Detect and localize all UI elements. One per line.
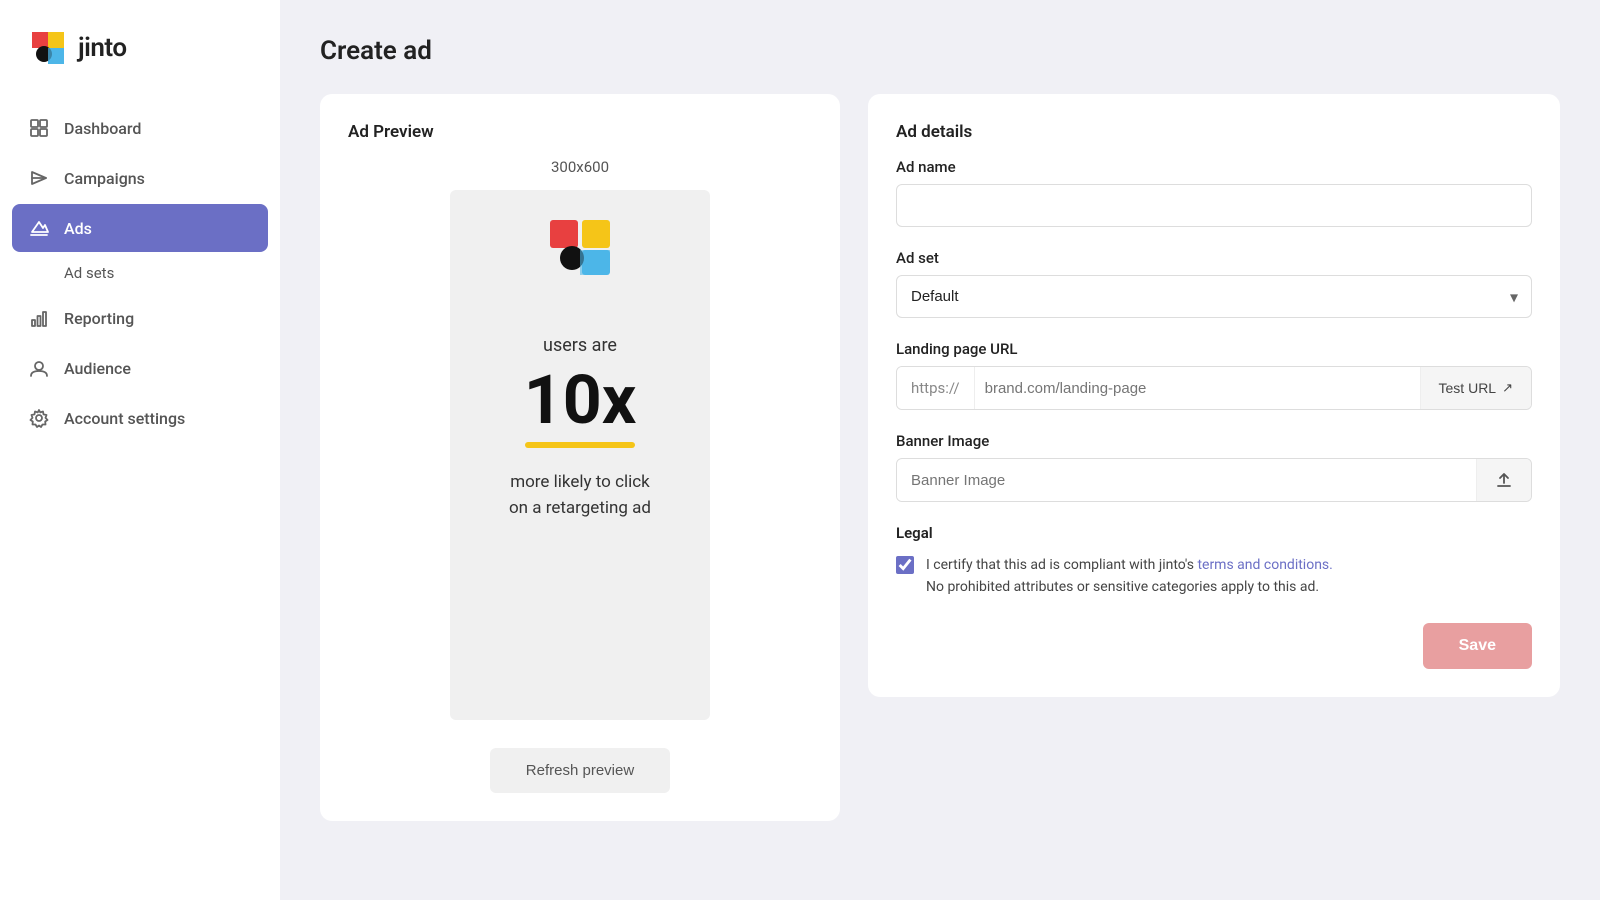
landing-page-url-group: Landing page URL https:// Test URL ↗ (896, 340, 1532, 410)
legal-title: Legal (896, 524, 1532, 542)
settings-icon (28, 407, 50, 429)
preview-size-label: 300x600 (348, 158, 812, 176)
audience-icon (28, 357, 50, 379)
ad-set-label: Ad set (896, 249, 1532, 267)
preview-number: 10x (524, 366, 637, 434)
dashboard-icon (28, 117, 50, 139)
landing-page-url-label: Landing page URL (896, 340, 1532, 358)
ad-set-group: Ad set Default Set 1 Set 2 ▾ (896, 249, 1532, 318)
app-name: jinto (78, 33, 127, 63)
ad-preview-frame: users are 10x more likely to clickon a r… (450, 190, 710, 720)
ad-preview-title: Ad Preview (348, 122, 812, 142)
ad-name-label: Ad name (896, 158, 1532, 176)
preview-logo-icon (550, 220, 610, 275)
url-input[interactable] (975, 367, 1420, 409)
sidebar-item-campaigns[interactable]: Campaigns (12, 154, 268, 202)
sidebar-item-label: Audience (64, 359, 131, 378)
sidebar-item-label: Campaigns (64, 169, 145, 188)
preview-underline (525, 442, 635, 448)
url-input-group: https:// Test URL ↗ (896, 366, 1532, 410)
sidebar-sub-item-label: Ad sets (64, 264, 114, 282)
ad-details-title: Ad details (896, 122, 1532, 142)
page-title: Create ad (320, 36, 1560, 66)
sidebar-item-account-settings[interactable]: Account settings (12, 394, 268, 442)
legal-checkbox-row: I certify that this ad is compliant with… (896, 554, 1532, 599)
campaigns-icon (28, 167, 50, 189)
main-content: Create ad Ad Preview 300x600 users are 1… (280, 0, 1600, 900)
preview-text-top: users are (543, 335, 617, 356)
banner-input-group (896, 458, 1532, 502)
external-link-icon: ↗ (1502, 380, 1513, 396)
banner-image-label: Banner Image (896, 432, 1532, 450)
legal-section: Legal I certify that this ad is complian… (896, 524, 1532, 599)
sidebar: jinto Dashboard Campaigns (0, 0, 280, 900)
ads-icon (28, 217, 50, 239)
upload-icon (1495, 471, 1513, 489)
sidebar-nav: Dashboard Campaigns Ads Ad (0, 104, 280, 442)
ad-set-select-wrapper: Default Set 1 Set 2 ▾ (896, 275, 1532, 318)
save-btn-wrap: Save (896, 623, 1532, 669)
content-grid: Ad Preview 300x600 users are 10x more li… (320, 94, 1560, 821)
ad-set-select[interactable]: Default Set 1 Set 2 (896, 275, 1532, 318)
legal-text: I certify that this ad is compliant with… (926, 554, 1333, 599)
sidebar-item-label: Account settings (64, 409, 185, 428)
sidebar-item-audience[interactable]: Audience (12, 344, 268, 392)
sidebar-item-reporting[interactable]: Reporting (12, 294, 268, 342)
sidebar-item-dashboard[interactable]: Dashboard (12, 104, 268, 152)
refresh-btn-wrap: Refresh preview (348, 748, 812, 793)
sidebar-item-label: Ads (64, 219, 92, 238)
upload-button[interactable] (1476, 459, 1531, 501)
preview-text-bottom: more likely to clickon a retargeting ad (509, 470, 651, 521)
ad-preview-card: Ad Preview 300x600 users are 10x more li… (320, 94, 840, 821)
ad-name-group: Ad name (896, 158, 1532, 227)
logo-area: jinto (0, 0, 280, 104)
refresh-preview-button[interactable]: Refresh preview (490, 748, 670, 793)
ad-details-card: Ad details Ad name Ad set Default Set 1 … (868, 94, 1560, 697)
sidebar-item-ads[interactable]: Ads (12, 204, 268, 252)
sidebar-item-ad-sets[interactable]: Ad sets (12, 254, 268, 292)
banner-image-input[interactable] (897, 460, 1476, 501)
sidebar-item-label: Reporting (64, 309, 134, 328)
ad-name-input[interactable] (896, 184, 1532, 227)
reporting-icon (28, 307, 50, 329)
test-url-label: Test URL (1439, 380, 1497, 396)
jinto-logo-icon (28, 28, 68, 68)
terms-link[interactable]: terms and conditions. (1197, 557, 1332, 573)
test-url-button[interactable]: Test URL ↗ (1420, 367, 1531, 409)
legal-checkbox[interactable] (896, 556, 914, 574)
sidebar-item-label: Dashboard (64, 119, 141, 138)
banner-image-group: Banner Image (896, 432, 1532, 502)
url-prefix: https:// (897, 367, 975, 409)
save-button[interactable]: Save (1423, 623, 1532, 669)
